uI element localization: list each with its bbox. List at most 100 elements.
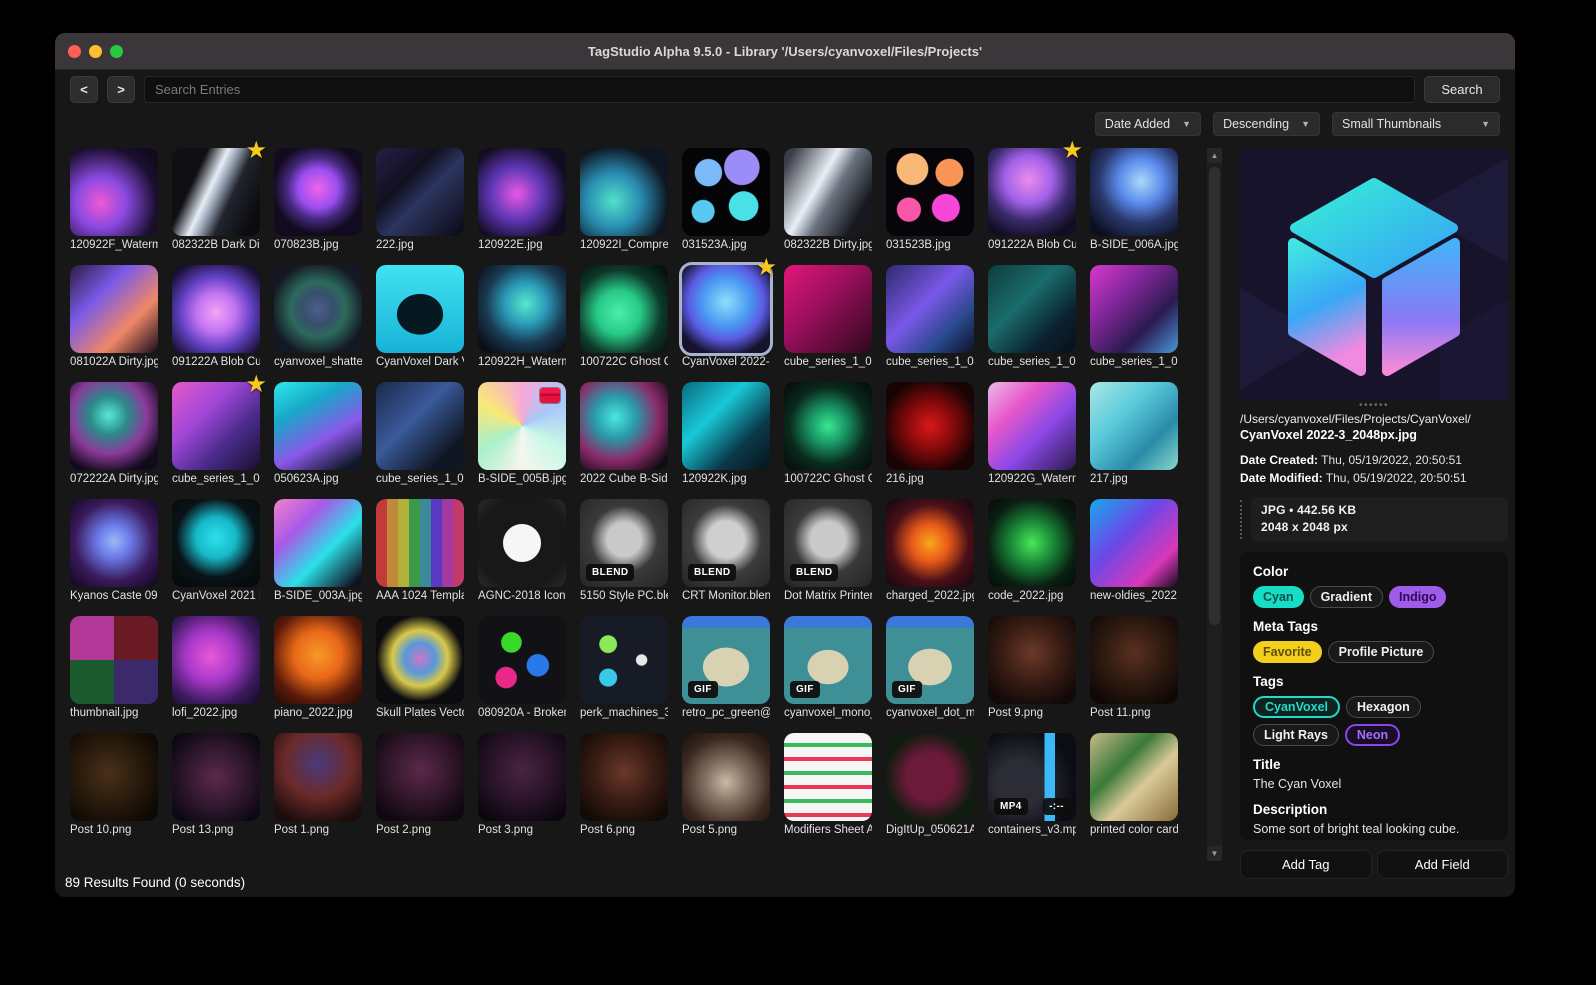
thumbnail-tile[interactable]: ★ bbox=[679, 256, 777, 356]
grid-item[interactable]: cyanvoxel_shattere bbox=[274, 265, 362, 368]
grid-item[interactable]: 222.jpg bbox=[376, 148, 464, 251]
thumbnail-tile[interactable] bbox=[1090, 148, 1178, 236]
grid-item[interactable]: DigItUp_050621A_S bbox=[886, 733, 974, 836]
grid-item[interactable]: Post 5.png bbox=[682, 733, 770, 836]
thumbnail-tile[interactable]: GIF bbox=[682, 616, 770, 704]
grid-item[interactable]: Post 9.png bbox=[988, 616, 1076, 719]
grid-item[interactable]: charged_2022.jpg bbox=[886, 499, 974, 602]
grid-item[interactable]: GIF cyanvoxel_dot_mat bbox=[886, 616, 974, 719]
thumbnail-tile[interactable] bbox=[886, 733, 974, 821]
thumbnail-tile[interactable] bbox=[376, 616, 464, 704]
grid-scrollbar[interactable]: ▲ ▼ bbox=[1207, 148, 1222, 861]
grid-item[interactable]: GIF retro_pc_green@3x bbox=[682, 616, 770, 719]
thumbnail-tile[interactable] bbox=[682, 382, 770, 470]
resize-handle-icon[interactable]: •••••• bbox=[1240, 401, 1508, 411]
search-input[interactable] bbox=[144, 76, 1415, 103]
thumbnail-tile[interactable] bbox=[478, 382, 566, 470]
thumbnail-tile[interactable] bbox=[172, 733, 260, 821]
grid-item[interactable]: perk_machines_32p bbox=[580, 616, 668, 719]
grid-item[interactable]: thumbnail.jpg bbox=[70, 616, 158, 719]
thumbnail-tile[interactable] bbox=[274, 148, 362, 236]
grid-item[interactable]: new-oldies_2022.jp bbox=[1090, 499, 1178, 602]
thumbnail-tile[interactable] bbox=[376, 733, 464, 821]
thumbnail-tile[interactable] bbox=[478, 148, 566, 236]
grid-item[interactable]: printed color card ir bbox=[1090, 733, 1178, 836]
thumbnail-tile[interactable] bbox=[580, 148, 668, 236]
sort-field-dropdown[interactable]: Date Added ▼ bbox=[1094, 112, 1202, 136]
grid-item[interactable]: ★ 082322B Dark Dirty bbox=[172, 139, 267, 251]
thumbnail-tile[interactable] bbox=[70, 733, 158, 821]
grid-item[interactable]: 120922G_Watermar bbox=[988, 382, 1076, 485]
grid-item[interactable]: Post 11.png bbox=[1090, 616, 1178, 719]
grid-item[interactable]: Modifiers Sheet A v bbox=[784, 733, 872, 836]
grid-item[interactable]: 100722C Ghost Cub bbox=[580, 265, 668, 368]
tag-pill-indigo[interactable]: Indigo bbox=[1388, 585, 1447, 608]
thumbnail-tile[interactable]: BLEND bbox=[580, 499, 668, 587]
thumbnail-tile[interactable] bbox=[1090, 733, 1178, 821]
thumbnail-tile[interactable] bbox=[784, 382, 872, 470]
thumbnail-tile[interactable] bbox=[478, 265, 566, 353]
grid-item[interactable]: 031523A.jpg bbox=[682, 148, 770, 251]
grid-item[interactable]: 072222A Dirty.jpg bbox=[70, 382, 158, 485]
grid-item[interactable]: piano_2022.jpg bbox=[274, 616, 362, 719]
grid-item[interactable]: 050623A.jpg bbox=[274, 382, 362, 485]
thumbnail-tile[interactable] bbox=[376, 382, 464, 470]
thumbnail-tile[interactable] bbox=[376, 148, 464, 236]
thumbnail-tile[interactable] bbox=[784, 733, 872, 821]
minimize-button[interactable] bbox=[89, 44, 102, 58]
grid-item[interactable]: cube_series_1_05.j bbox=[988, 265, 1076, 368]
thumbnail-tile[interactable] bbox=[478, 499, 566, 587]
grid-item[interactable]: ★ 091222A Blob Cube bbox=[988, 139, 1083, 251]
thumbnail-tile[interactable] bbox=[274, 733, 362, 821]
grid-item[interactable]: cube_series_1_04.j bbox=[886, 265, 974, 368]
thumbnail-tile[interactable] bbox=[478, 733, 566, 821]
grid-item[interactable]: 031523B.jpg bbox=[886, 148, 974, 251]
thumbnail-tile[interactable] bbox=[886, 265, 974, 353]
thumbnail-tile[interactable] bbox=[580, 733, 668, 821]
thumbnail-tile[interactable] bbox=[70, 616, 158, 704]
thumbnail-tile[interactable] bbox=[784, 148, 872, 236]
thumbnail-tile[interactable] bbox=[988, 382, 1076, 470]
tag-pill-profile-picture[interactable]: Profile Picture bbox=[1327, 640, 1435, 663]
thumbnail-tile[interactable] bbox=[1090, 616, 1178, 704]
grid-item[interactable]: B-SIDE_003A.jpg bbox=[274, 499, 362, 602]
grid-item[interactable]: 100722C Ghost Cub bbox=[784, 382, 872, 485]
thumbnail-tile[interactable]: GIF bbox=[784, 616, 872, 704]
grid-item[interactable]: BLEND 5150 Style PC.blend bbox=[580, 499, 668, 602]
thumbnail-tile[interactable] bbox=[70, 265, 158, 353]
close-button[interactable] bbox=[68, 44, 81, 58]
thumbnail-tile[interactable] bbox=[172, 499, 260, 587]
back-button[interactable]: < bbox=[70, 76, 98, 103]
grid-item[interactable]: Kyanos Caste 0910 bbox=[70, 499, 158, 602]
grid-item[interactable]: cube_series_1_06.j bbox=[784, 265, 872, 368]
tag-pill-cyanvoxel[interactable]: CyanVoxel bbox=[1253, 695, 1340, 718]
grid-item[interactable]: BLEND Dot Matrix Printer.b bbox=[784, 499, 872, 602]
sort-order-dropdown[interactable]: Descending ▼ bbox=[1213, 112, 1320, 136]
thumbnail-tile[interactable]: MP4 -:-- bbox=[988, 733, 1076, 821]
grid-item[interactable]: 120922K.jpg bbox=[682, 382, 770, 485]
grid-item[interactable]: Post 6.png bbox=[580, 733, 668, 836]
grid-item[interactable]: B-SIDE_005B.jpg bbox=[478, 382, 566, 485]
thumbnail-tile[interactable] bbox=[478, 616, 566, 704]
thumbnail-tile[interactable] bbox=[172, 616, 260, 704]
grid-item[interactable]: BLEND CRT Monitor.blend bbox=[682, 499, 770, 602]
thumbnail-tile[interactable] bbox=[886, 499, 974, 587]
grid-item[interactable]: code_2022.jpg bbox=[988, 499, 1076, 602]
thumbnail-tile[interactable] bbox=[376, 499, 464, 587]
grid-item[interactable]: Skull Plates Vector bbox=[376, 616, 464, 719]
scrollbar-thumb[interactable] bbox=[1209, 167, 1220, 625]
grid-item[interactable]: 120922H_Watermar bbox=[478, 265, 566, 368]
thumbnail-size-dropdown[interactable]: Small Thumbnails ▼ bbox=[1332, 112, 1500, 136]
grid-item[interactable]: ★ cube_series_1_02.j bbox=[172, 373, 267, 485]
grid-item[interactable]: 070823B.jpg bbox=[274, 148, 362, 251]
grid-item[interactable]: cube_series_1_03.j bbox=[376, 382, 464, 485]
grid-item[interactable]: 120922F_Watermark bbox=[70, 148, 158, 251]
thumbnail-tile[interactable] bbox=[886, 382, 974, 470]
grid-item[interactable]: AAA 1024 Template bbox=[376, 499, 464, 602]
grid-item[interactable]: B-SIDE_006A.jpg bbox=[1090, 148, 1178, 251]
grid-item[interactable]: Post 3.png bbox=[478, 733, 566, 836]
grid-item[interactable]: cube_series_1_01.jp bbox=[1090, 265, 1178, 368]
thumbnail-tile[interactable]: BLEND bbox=[784, 499, 872, 587]
grid-item[interactable]: AGNC-2018 Icon Lo bbox=[478, 499, 566, 602]
thumbnail-tile[interactable] bbox=[274, 265, 362, 353]
